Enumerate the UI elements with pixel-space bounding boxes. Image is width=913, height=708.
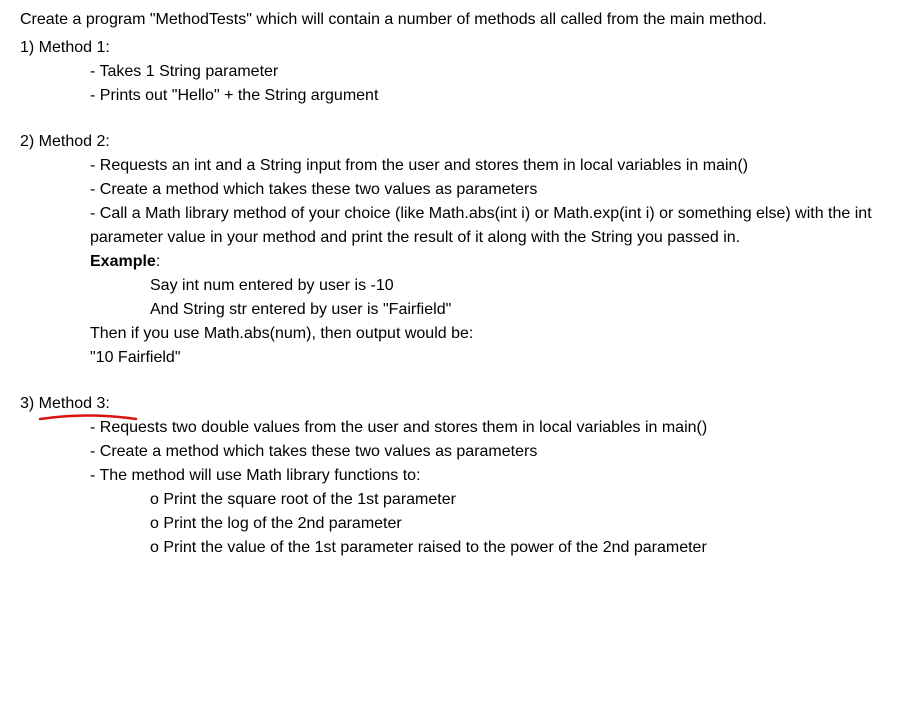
method3-header-inner: 3) Method 3: [20, 392, 110, 416]
method2-example-line1: Say int num entered by user is -10 [150, 274, 893, 298]
method3-sub3: o Print the value of the 1st parameter r… [150, 536, 893, 560]
method3-line2: - Create a method which takes these two … [90, 440, 893, 464]
method1-header: 1) Method 1: [20, 36, 893, 60]
method2-line3: - Call a Math library method of your cho… [90, 202, 893, 250]
method3-header-wrapper: 3) Method 3: [20, 392, 893, 416]
method2-example-line2: And String str entered by user is "Fairf… [150, 298, 893, 322]
method3-line3: - The method will use Math library funct… [90, 464, 893, 488]
method2-line2: - Create a method which takes these two … [90, 178, 893, 202]
method2-example-label: Example: [90, 250, 893, 274]
intro-text: Create a program "MethodTests" which wil… [20, 8, 893, 32]
method3-sub2: o Print the log of the 2nd parameter [150, 512, 893, 536]
method2-line1: - Requests an int and a String input fro… [90, 154, 893, 178]
method2-example-line3: Then if you use Math.abs(num), then outp… [90, 322, 893, 346]
example-colon: : [156, 253, 160, 270]
method1-line2: - Prints out "Hello" + the String argume… [90, 84, 893, 108]
method3-sub1: o Print the square root of the 1st param… [150, 488, 893, 512]
example-bold: Example [90, 253, 156, 270]
method3-line1: - Requests two double values from the us… [90, 416, 893, 440]
method1-line1: - Takes 1 String parameter [90, 60, 893, 84]
method2-example-line4: "10 Fairfield" [90, 346, 893, 370]
method2-header: 2) Method 2: [20, 130, 893, 154]
method3-header: 3) Method 3: [20, 395, 110, 412]
